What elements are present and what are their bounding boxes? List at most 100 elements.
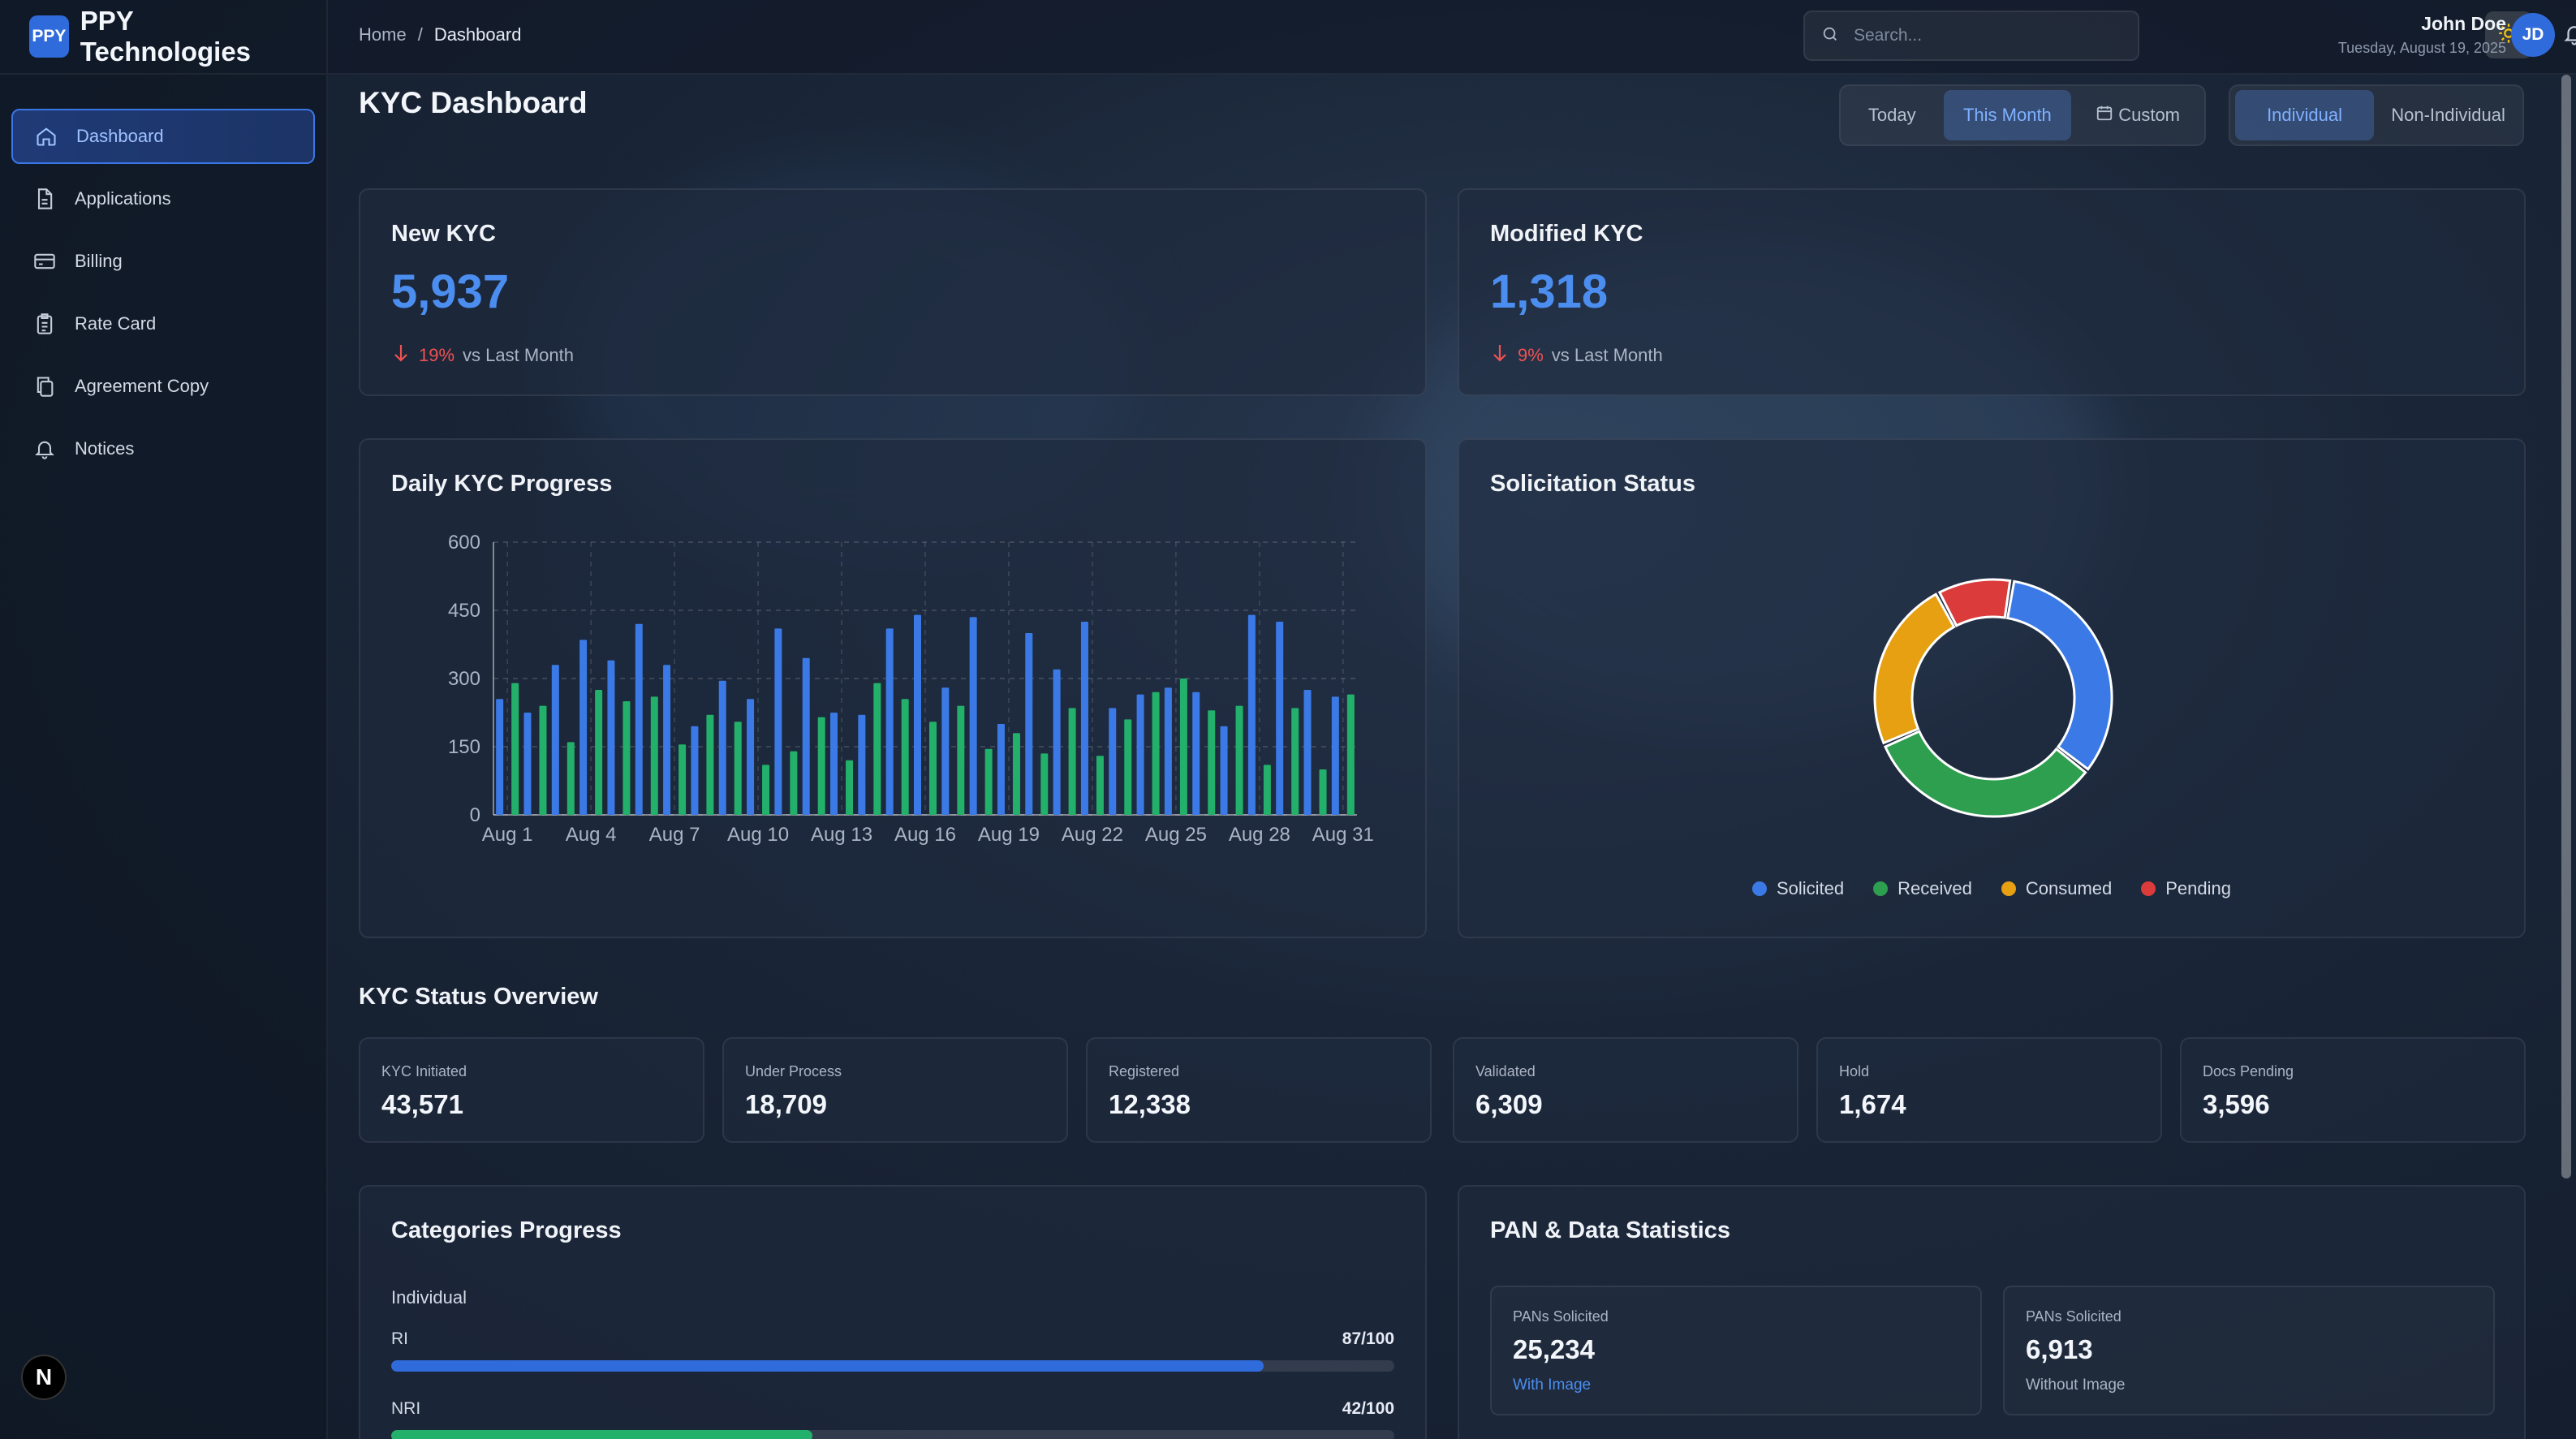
chart-bar	[496, 699, 504, 815]
chart-bar	[1124, 719, 1132, 815]
filter-individual-button[interactable]: Individual	[2235, 90, 2375, 140]
stat-label: Under Process	[745, 1063, 842, 1079]
chart-bar	[1096, 756, 1104, 815]
copy-icon	[32, 374, 57, 399]
stat-value: 3,596	[2203, 1089, 2270, 1119]
legend-item-received[interactable]: Received	[1873, 878, 1972, 899]
chart-bar	[1012, 733, 1020, 815]
chart-bar	[523, 713, 532, 815]
avatar[interactable]: JD	[2511, 13, 2555, 57]
notifications-button[interactable]	[2553, 15, 2576, 57]
sidebar-item-applications[interactable]: Applications	[11, 171, 315, 226]
chart-bar	[691, 726, 699, 815]
pan-value: 25,234	[1513, 1334, 1595, 1364]
chart-bar	[747, 699, 755, 815]
legend-dot	[2141, 881, 2156, 896]
sidebar-item-agreement-copy[interactable]: Agreement Copy	[11, 359, 315, 414]
legend-item-solicited[interactable]: Solicited	[1751, 878, 1844, 899]
chart-bar	[566, 742, 575, 815]
legend-item-pending[interactable]: Pending	[2141, 878, 2231, 899]
donut-slice-received[interactable]	[1883, 730, 2087, 818]
chart-bar	[1080, 622, 1088, 815]
progress-value: 87/100	[1342, 1329, 1394, 1348]
card-title: PAN & Data Statistics	[1490, 1217, 1730, 1243]
search-box[interactable]	[1803, 11, 2139, 61]
chart-bar	[718, 680, 726, 815]
chart-bar	[885, 628, 894, 815]
search-input[interactable]	[1854, 26, 2113, 45]
chart-bar	[734, 722, 742, 815]
stat-label: KYC Initiated	[381, 1063, 467, 1079]
clipboard-icon	[32, 312, 57, 336]
filter-today-button[interactable]: Today	[1846, 90, 1939, 140]
bell-icon	[2562, 22, 2576, 50]
filter-custom-button[interactable]: Custom	[2076, 90, 2199, 140]
sidebar-item-label: Rate Card	[75, 313, 157, 334]
credit-card-icon	[32, 249, 57, 274]
stat-card-under-process[interactable]: Under Process 18,709	[722, 1037, 1068, 1143]
current-date: Tuesday, August 19, 2025	[2337, 40, 2506, 56]
x-tick-label: Aug 1	[482, 824, 533, 846]
scrollbar[interactable]	[2561, 75, 2571, 1178]
y-tick-label: 150	[448, 736, 480, 758]
stat-card-hold[interactable]: Hold 1,674	[1816, 1037, 2162, 1143]
topbar: Home / Dashboard John Doe Tuesday, Augus…	[328, 0, 2576, 75]
donut-slice-solicited[interactable]	[2005, 579, 2113, 771]
stat-label: Docs Pending	[2203, 1063, 2294, 1079]
chart-bar	[873, 683, 881, 815]
chart-bar	[1291, 708, 1299, 815]
delta-percent: 19%	[419, 345, 455, 365]
breadcrumb-current: Dashboard	[433, 24, 522, 45]
legend-item-consumed[interactable]: Consumed	[2001, 878, 2112, 899]
filter-non-individual-button[interactable]: Non-Individual	[2379, 90, 2518, 140]
chart-bar	[790, 751, 798, 815]
brand[interactable]: PPY PPY Technologies	[0, 0, 326, 75]
chart-bar	[635, 623, 643, 815]
chart-bar	[1346, 694, 1355, 815]
brand-logo: PPY	[29, 15, 69, 58]
legend-label: Pending	[2165, 878, 2231, 898]
stat-value: 1,674	[1839, 1089, 1906, 1119]
page-title: KYC Dashboard	[359, 86, 588, 119]
kpi-delta: 9% vs Last Month	[1490, 343, 1663, 368]
chart-bar	[1319, 769, 1327, 815]
framework-badge[interactable]: N	[21, 1355, 67, 1400]
filter-this-month-button[interactable]: This Month	[1943, 90, 2072, 140]
pan-stat-with-image[interactable]: PANs Solicited 25,234 With Image	[1490, 1286, 1982, 1415]
chart-bar	[762, 765, 770, 815]
chart-legend: Solicited Received Consumed Pending	[1459, 878, 2524, 899]
new-kyc-card: New KYC 5,937 19% vs Last Month	[359, 188, 1427, 396]
sidebar-item-dashboard[interactable]: Dashboard	[11, 109, 315, 164]
delta-text: vs Last Month	[463, 345, 574, 365]
sidebar-nav: Dashboard Applications Billing Rate Card…	[0, 75, 326, 476]
chart-bar	[802, 657, 810, 815]
donut-slice-consumed[interactable]	[1873, 592, 1956, 745]
sidebar-item-rate-card[interactable]: Rate Card	[11, 296, 315, 351]
sidebar-item-notices[interactable]: Notices	[11, 421, 315, 476]
search-icon	[1821, 25, 1839, 47]
x-tick-label: Aug 16	[894, 824, 956, 846]
pan-stat-without-image[interactable]: PANs Solicited 6,913 Without Image	[2003, 1286, 2495, 1415]
stat-card-registered[interactable]: Registered 12,338	[1086, 1037, 1432, 1143]
breadcrumb-home[interactable]: Home	[359, 24, 407, 45]
chart-bar	[551, 665, 559, 815]
chart-bar	[663, 665, 671, 815]
progress-row-nri: NRI 42/100	[391, 1399, 1394, 1439]
chart-bar	[1152, 691, 1160, 815]
sidebar-item-label: Notices	[75, 438, 135, 459]
stat-card-kyc-initiated[interactable]: KYC Initiated 43,571	[359, 1037, 704, 1143]
chart-bar	[929, 722, 937, 815]
chart-bar	[1235, 705, 1243, 815]
chart-bar	[997, 724, 1005, 815]
stat-card-docs-pending[interactable]: Docs Pending 3,596	[2180, 1037, 2526, 1143]
sidebar: PPY PPY Technologies Dashboard Applicati…	[0, 0, 328, 1439]
user-info: John Doe Tuesday, August 19, 2025	[2338, 13, 2506, 57]
stat-card-validated[interactable]: Validated 6,309	[1453, 1037, 1798, 1143]
chart-bar	[1331, 696, 1339, 815]
arrow-down-icon	[391, 343, 411, 368]
user-name: John Doe	[2421, 13, 2506, 34]
chart-bar	[1276, 622, 1284, 815]
legend-dot	[1873, 881, 1889, 896]
daily-kyc-chart-card: Daily KYC Progress 0 150 300 450 600 Aug 1 Aug…	[359, 438, 1427, 938]
sidebar-item-billing[interactable]: Billing	[11, 234, 315, 289]
